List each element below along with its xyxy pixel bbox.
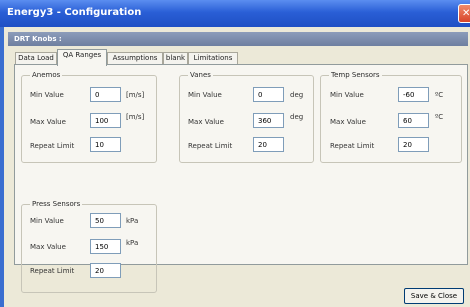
anemos-min-label: Min Value [30, 91, 64, 99]
press-repeat-label: Repeat Limit [30, 267, 75, 275]
temp-repeat-label: Repeat Limit [330, 142, 375, 150]
section-header-label: DRT Knobs : [14, 35, 62, 43]
anemos-repeat-input[interactable] [90, 137, 121, 152]
vanes-max-label: Max Value [188, 118, 224, 126]
anemos-group: Anemos Min Value [m/s] Max Value [m/s] R… [21, 71, 157, 163]
press-max-label: Max Value [30, 243, 66, 251]
anemos-min-unit: [m/s] [126, 91, 145, 99]
vanes-min-unit: deg [290, 91, 304, 99]
vanes-repeat-label: Repeat Limit [188, 142, 233, 150]
title-bar[interactable]: Energy3 - Configuration ✕ [0, 0, 470, 27]
press-min-unit: kPa [126, 217, 139, 225]
temp-max-input[interactable] [398, 113, 429, 128]
vanes-group-title: Vanes [188, 71, 213, 79]
vanes-min-input[interactable] [253, 87, 284, 102]
press-max-input[interactable] [90, 239, 121, 254]
config-window: Energy3 - Configuration ✕ DRT Knobs : Da… [0, 0, 470, 307]
press-max-unit: kPa [126, 239, 139, 247]
press-min-input[interactable] [90, 213, 121, 228]
vanes-group: Vanes Min Value deg Max Value deg Repeat… [179, 71, 314, 163]
window-client-area: DRT Knobs : Data Load QA Ranges Assumpti… [4, 27, 470, 307]
vanes-min-label: Min Value [188, 91, 222, 99]
close-icon[interactable]: ✕ [458, 4, 470, 23]
qa-ranges-panel: Anemos Min Value [m/s] Max Value [m/s] R… [14, 64, 468, 293]
temp-min-unit: ºC [435, 91, 444, 99]
temp-min-input[interactable] [398, 87, 429, 102]
vanes-max-unit: deg [290, 113, 304, 121]
temp-max-label: Max Value [330, 118, 366, 126]
anemos-max-label: Max Value [30, 118, 66, 126]
vanes-repeat-input[interactable] [253, 137, 284, 152]
anemos-max-unit: [m/s] [126, 113, 145, 121]
press-min-label: Min Value [30, 217, 64, 225]
press-repeat-input[interactable] [90, 263, 121, 278]
press-sensors-group: Press Sensors Min Value kPa Max Value kP… [21, 200, 157, 293]
temp-repeat-input[interactable] [398, 137, 429, 152]
anemos-max-input[interactable] [90, 113, 121, 128]
anemos-group-title: Anemos [30, 71, 63, 79]
section-header: DRT Knobs : [8, 32, 468, 46]
temp-sensors-group: Temp Sensors Min Value ºC Max Value ºC R… [320, 71, 462, 163]
anemos-repeat-label: Repeat Limit [30, 142, 75, 150]
tab-qa-ranges[interactable]: QA Ranges [57, 49, 107, 66]
temp-min-label: Min Value [330, 91, 364, 99]
temp-sensors-group-title: Temp Sensors [329, 71, 382, 79]
window-title: Energy3 - Configuration [7, 7, 142, 18]
save-and-close-button[interactable]: Save & Close [404, 288, 464, 304]
anemos-min-input[interactable] [90, 87, 121, 102]
temp-max-unit: ºC [435, 113, 444, 121]
vanes-max-input[interactable] [253, 113, 284, 128]
press-sensors-group-title: Press Sensors [30, 200, 83, 208]
